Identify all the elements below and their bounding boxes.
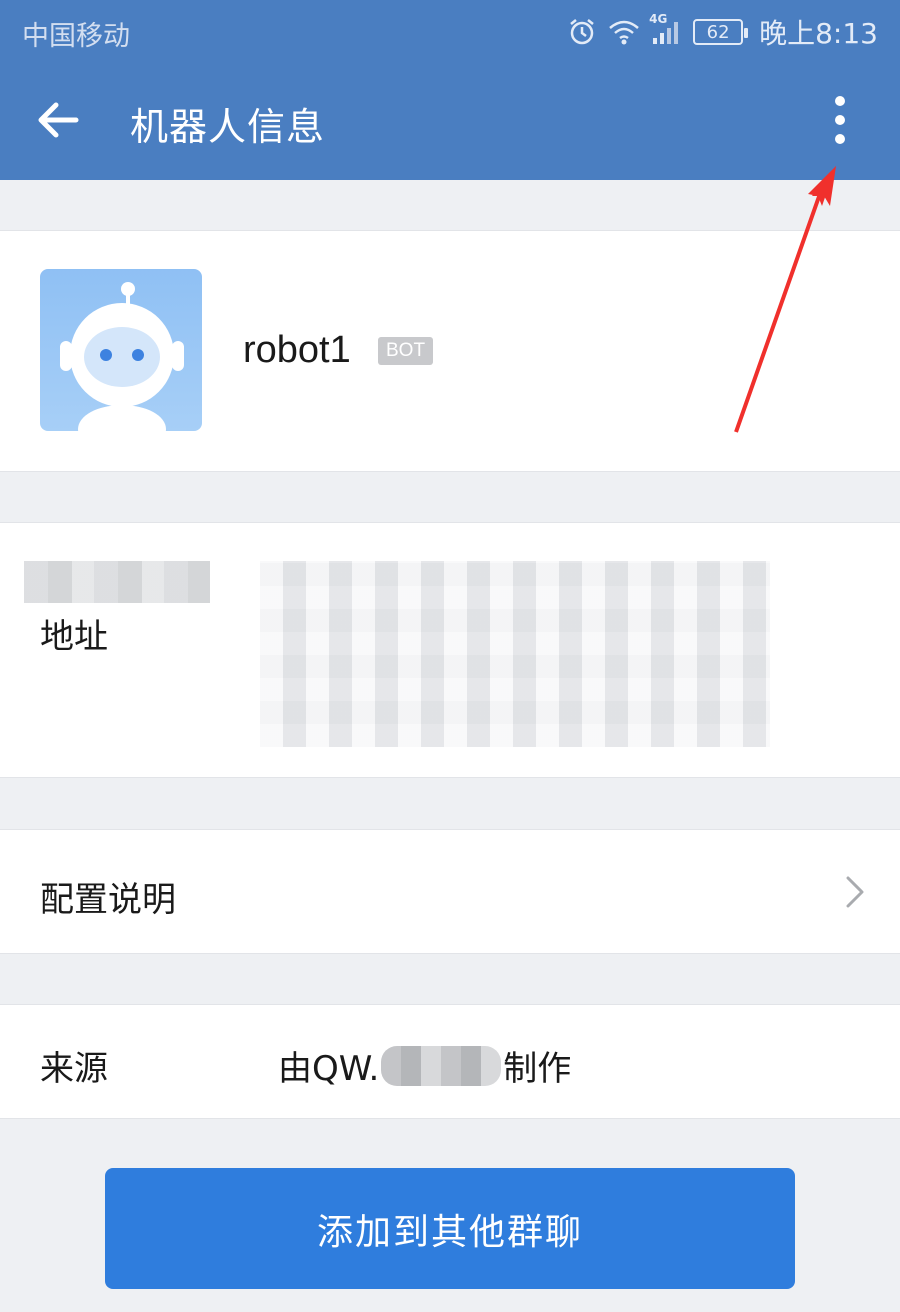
more-options-button[interactable] — [816, 90, 864, 150]
add-to-other-groups-button[interactable]: 添加到其他群聊 — [105, 1168, 795, 1289]
config-instructions-row[interactable]: 配置说明 — [0, 829, 900, 954]
source-value-prefix: 由QW. — [278, 1049, 380, 1089]
bot-badge: BOT — [378, 337, 434, 365]
source-value: 由QW. 制作 — [278, 1041, 571, 1090]
clock: 晚上8:13 — [759, 17, 878, 50]
source-row: 来源 由QW. 制作 — [0, 1004, 900, 1119]
carrier-label: 中国移动 — [22, 21, 130, 52]
status-icons: 4G 62 晚上8:13 — [567, 12, 878, 52]
wifi-icon — [607, 18, 641, 46]
bot-profile-card: robot1 BOT — [0, 230, 900, 472]
battery-level: 62 — [706, 21, 730, 43]
network-type: 4G — [649, 12, 668, 26]
source-label: 来源 — [40, 1049, 108, 1089]
bot-name: robot1 — [243, 329, 351, 371]
address-row[interactable]: 地址 — [0, 522, 900, 778]
back-button[interactable] — [30, 92, 86, 148]
redacted-text — [381, 1045, 502, 1086]
page-title: 机器人信息 — [130, 105, 326, 149]
alarm-icon — [567, 17, 597, 47]
battery-icon: 62 — [693, 19, 749, 45]
back-arrow-icon — [38, 102, 79, 138]
signal-icon: 4G — [649, 12, 683, 46]
redacted-address-value — [260, 561, 770, 747]
config-label: 配置说明 — [40, 880, 176, 920]
source-value-suffix: 制作 — [503, 1049, 572, 1089]
more-vertical-icon — [835, 96, 845, 106]
robot-avatar-icon — [40, 269, 202, 431]
app-bar: 机器人信息 — [0, 62, 900, 180]
redacted-text — [24, 561, 210, 603]
chevron-right-icon — [846, 876, 864, 908]
status-bar: 中国移动 4G 62 晚上8:13 — [0, 0, 900, 62]
address-label: 地址 — [40, 617, 108, 657]
